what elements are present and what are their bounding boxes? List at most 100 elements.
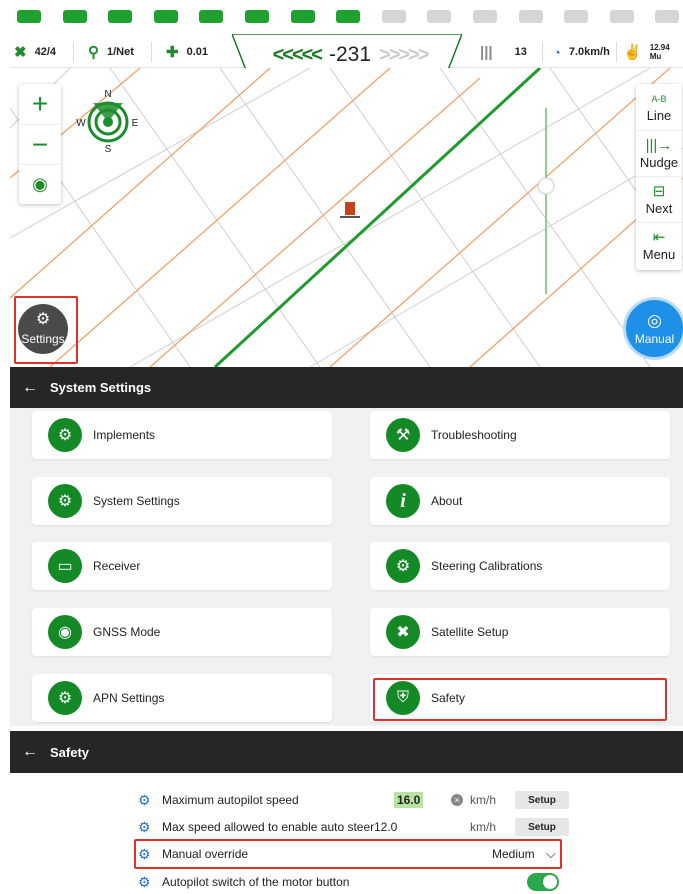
next-line-icon: ⊟ <box>652 182 666 200</box>
accuracy-status[interactable]: ✚ 0.01 <box>166 36 208 68</box>
led-on <box>108 10 133 23</box>
line-status[interactable]: ||| 13 <box>480 36 527 68</box>
divider <box>542 42 543 62</box>
setting-label: Maximum autopilot speed <box>162 793 299 807</box>
nudge-icon: |||→ <box>645 136 673 154</box>
line-number: 13 <box>514 46 527 58</box>
tractor-marker <box>340 202 360 218</box>
gear-icon: ⚙ <box>138 873 151 890</box>
satellite-status[interactable]: ✖ 42/4 <box>14 36 56 68</box>
menu-item-implements[interactable]: ⚙ Implements <box>32 411 332 459</box>
next-label: Next <box>645 200 673 216</box>
settings-grid: ⚙ Implements ⚒ Troubleshooting ⚙ System … <box>10 408 683 726</box>
ab-line-icon: A-B <box>651 94 667 104</box>
speed-status[interactable]: ◔ 7.0km/h <box>553 36 610 68</box>
manual-button[interactable]: ◎ Manual <box>626 300 683 357</box>
map-view[interactable]: N S W E + − ◉ A-B Line |||→ Nudge ⊟ Next… <box>10 68 683 367</box>
led-on <box>153 10 178 23</box>
setting-label: Max speed allowed to enable auto steer..… <box>162 820 374 834</box>
satellite-count: 42/4 <box>34 46 56 58</box>
led-on <box>336 10 361 23</box>
speed-value-input[interactable]: 16.0 <box>394 792 424 808</box>
led-off <box>473 10 497 23</box>
menu-item-label: About <box>431 494 463 508</box>
correction-status[interactable]: ⚲ 1/Net <box>88 36 134 68</box>
divider <box>73 42 74 62</box>
menu-item-label: Steering Calibrations <box>431 559 543 573</box>
map-toolbar: A-B Line |||→ Nudge ⊟ Next ⇤ Menu <box>636 84 682 270</box>
divider <box>151 42 152 62</box>
satellite-icon: ✖ <box>386 615 420 649</box>
menu-item-label: Troubleshooting <box>431 428 517 442</box>
setting-label: Autopilot switch of the motor button <box>162 875 350 889</box>
left-chevrons: <<<<< <box>272 43 323 66</box>
area-icon: ✌ <box>623 44 642 61</box>
menu-item-label: Satellite Setup <box>431 625 509 639</box>
led-on <box>17 10 41 23</box>
led-off <box>655 10 680 23</box>
locate-button[interactable]: ◉ <box>19 164 61 204</box>
compass[interactable]: N S W E <box>73 86 143 156</box>
menu-item-troubleshooting[interactable]: ⚒ Troubleshooting <box>370 411 670 459</box>
back-arrow-icon[interactable]: ← <box>10 379 50 397</box>
led-off <box>564 10 589 23</box>
menu-item-apn-settings[interactable]: ⚙ APN Settings <box>32 674 332 722</box>
correction-value: 1/Net <box>107 46 134 58</box>
clear-icon[interactable]: × <box>451 794 463 806</box>
menu-item-gnss-mode[interactable]: ◉ GNSS Mode <box>32 608 332 656</box>
line-button[interactable]: A-B Line <box>636 84 682 130</box>
location-pin-icon: ⚲ <box>88 44 99 61</box>
menu-item-satellite-setup[interactable]: ✖ Satellite Setup <box>370 608 670 656</box>
back-arrow-icon[interactable]: ← <box>10 743 50 761</box>
safety-header: ← Safety <box>10 731 683 773</box>
gear-icon: ⚙ <box>138 818 151 835</box>
safety-settings: ⚙ Maximum autopilot speed 16.0 × km/h Se… <box>10 773 683 894</box>
gear-icon: ⚙ <box>138 791 151 808</box>
menu-item-receiver[interactable]: ▭ Receiver <box>32 542 332 590</box>
setting-row-max-enable-speed: ⚙ Max speed allowed to enable auto steer… <box>138 814 569 840</box>
area-status[interactable]: ✌ 12.94 Mu <box>623 36 683 68</box>
unit-label: km/h <box>470 793 497 807</box>
menu-item-label: GNSS Mode <box>93 625 161 639</box>
setup-button[interactable]: Setup <box>515 791 569 809</box>
nudge-button[interactable]: |||→ Nudge <box>636 130 682 176</box>
receiver-icon: ▭ <box>48 549 82 583</box>
swath-icon: ||| <box>480 43 493 61</box>
menu-item-label: Implements <box>93 428 156 442</box>
led-off <box>381 10 406 23</box>
setup-button[interactable]: Setup <box>515 818 569 836</box>
compass-n: N <box>104 89 111 100</box>
accuracy-icon: ✚ <box>166 44 179 61</box>
led-status-bar <box>0 0 683 34</box>
info-icon: i <box>386 484 420 518</box>
speed-value-input[interactable]: 12.0 <box>374 820 397 834</box>
system-settings-header: ← System Settings <box>10 367 683 408</box>
apn-gear-icon: ⚙ <box>48 681 82 715</box>
nudge-label: Nudge <box>639 154 679 170</box>
zoom-controls: + − ◉ <box>19 84 61 204</box>
menu-item-label: System Settings <box>93 494 180 508</box>
steering-gear-icon: ⚙ <box>386 549 420 583</box>
manual-override-highlight <box>134 839 562 869</box>
menu-item-about[interactable]: i About <box>370 477 670 525</box>
motor-button-toggle[interactable] <box>527 873 559 891</box>
zoom-out-button[interactable]: − <box>19 124 61 164</box>
menu-icon: ⇤ <box>652 228 666 246</box>
locate-icon: ◉ <box>32 174 48 194</box>
menu-item-label: APN Settings <box>93 691 165 705</box>
page-title: Safety <box>50 744 90 760</box>
manual-label: Manual <box>634 331 675 346</box>
setting-row-motor-button-switch: ⚙ Autopilot switch of the motor button <box>138 869 568 894</box>
gear-icon: ⚙ <box>48 484 82 518</box>
unit-label: km/h <box>470 820 497 834</box>
zoom-in-button[interactable]: + <box>19 84 61 124</box>
speed-value: 7.0km/h <box>568 46 610 58</box>
compass-w: W <box>76 118 86 129</box>
speedometer-icon: ◔ <box>553 44 561 60</box>
steering-wheel-icon: ◎ <box>647 310 662 330</box>
next-button[interactable]: ⊟ Next <box>636 176 682 222</box>
menu-item-label: Receiver <box>93 559 141 573</box>
menu-item-steering-calibrations[interactable]: ⚙ Steering Calibrations <box>370 542 670 590</box>
menu-button[interactable]: ⇤ Menu <box>636 222 682 268</box>
menu-item-system-settings[interactable]: ⚙ System Settings <box>32 477 332 525</box>
